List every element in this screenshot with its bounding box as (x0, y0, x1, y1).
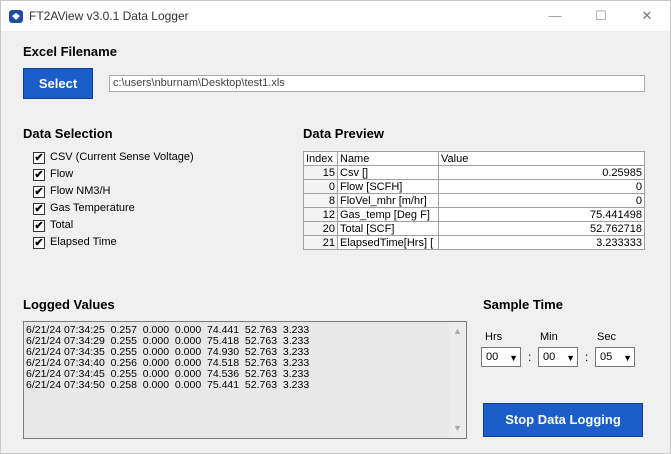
cell-index: 15 (303, 165, 338, 180)
chevron-down-icon[interactable]: ▼ (509, 349, 518, 367)
checkbox-label: Total (50, 219, 74, 231)
table-row[interactable]: 15 Csv [] 0.25985 (303, 165, 645, 180)
data-preview-table: Index Name Value 15 Csv [] 0.25985 0 Flo… (303, 151, 645, 250)
minimize-button[interactable]: — (532, 1, 578, 31)
checkbox-label: Elapsed Time (50, 236, 117, 248)
cell-value: 0 (438, 179, 645, 194)
cell-value: 0 (438, 193, 645, 208)
hrs-label: Hrs (485, 331, 503, 343)
stop-data-logging-button[interactable]: Stop Data Logging (483, 403, 643, 437)
cell-index: 12 (303, 207, 338, 222)
close-button[interactable]: ✕ (624, 1, 670, 31)
table-row[interactable]: 8 FloVel_mhr [m/hr] 0 (303, 193, 645, 208)
table-row[interactable]: 20 Total [SCF] 52.762718 (303, 221, 645, 236)
data-preview-heading: Data Preview (303, 126, 384, 141)
cell-index: 21 (303, 235, 338, 250)
checkbox-box[interactable]: ✔ (33, 186, 45, 198)
checkbox-box[interactable]: ✔ (33, 237, 45, 249)
column-header-name[interactable]: Name (337, 151, 439, 166)
checkbox-box[interactable]: ✔ (33, 169, 45, 181)
table-row[interactable]: 12 Gas_temp [Deg F] 75.441498 (303, 207, 645, 222)
logged-values-heading: Logged Values (23, 297, 115, 312)
scroll-down-icon[interactable]: ▼ (453, 423, 462, 434)
maximize-button[interactable]: ☐ (578, 1, 624, 31)
min-label: Min (540, 331, 558, 343)
table-row[interactable]: 0 Flow [SCFH] 0 (303, 179, 645, 194)
data-selection-heading: Data Selection (23, 126, 113, 141)
sec-select[interactable]: 05 ▼ (595, 347, 635, 367)
cell-name: Flow [SCFH] (337, 179, 439, 194)
excel-path-field[interactable]: c:\users\nburnam\Desktop\test1.xls (109, 75, 645, 92)
sample-time-heading: Sample Time (483, 297, 563, 312)
cell-value: 0.25985 (438, 165, 645, 180)
cell-name: FloVel_mhr [m/hr] (337, 193, 439, 208)
window-title: FT2AView v3.0.1 Data Logger (29, 9, 189, 23)
excel-filename-heading: Excel Filename (23, 44, 117, 59)
column-header-index[interactable]: Index (303, 151, 338, 166)
checkbox-box[interactable]: ✔ (33, 203, 45, 215)
app-window: FT2AView v3.0.1 Data Logger — ☐ ✕ Excel … (0, 0, 671, 454)
min-select[interactable]: 00 ▼ (538, 347, 578, 367)
chevron-down-icon[interactable]: ▼ (623, 349, 632, 367)
cell-value: 3.233333 (438, 235, 645, 250)
min-value: 00 (543, 351, 556, 363)
log-scrollbar[interactable]: ▲ ▼ (449, 322, 466, 438)
checkbox-label: Flow NM3/H (50, 185, 111, 197)
column-header-value[interactable]: Value (438, 151, 645, 166)
cell-name: Gas_temp [Deg F] (337, 207, 439, 222)
cell-name: ElapsedTime[Hrs] [ (337, 235, 439, 250)
cell-index: 8 (303, 193, 338, 208)
checkbox-label: Gas Temperature (50, 202, 135, 214)
cell-index: 0 (303, 179, 338, 194)
checkbox-label: CSV (Current Sense Voltage) (50, 151, 194, 163)
app-logo-icon (9, 10, 23, 23)
time-separator: : (528, 350, 532, 364)
cell-name: Total [SCF] (337, 221, 439, 236)
cell-value: 75.441498 (438, 207, 645, 222)
table-row[interactable]: 21 ElapsedTime[Hrs] [ 3.233333 (303, 235, 645, 250)
time-separator: : (585, 350, 589, 364)
log-line: 6/21/24 07:34:50 0.258 0.000 0.000 75.44… (26, 379, 310, 391)
hrs-value: 00 (486, 351, 499, 363)
sec-value: 05 (600, 351, 613, 363)
scroll-up-icon[interactable]: ▲ (453, 326, 462, 337)
title-bar: FT2AView v3.0.1 Data Logger — ☐ ✕ (1, 1, 670, 31)
logged-values-textbox[interactable]: 6/21/24 07:34:25 0.257 0.000 0.000 74.44… (23, 321, 467, 439)
checkbox-label: Flow (50, 168, 74, 180)
hrs-select[interactable]: 00 ▼ (481, 347, 521, 367)
checkbox-box[interactable]: ✔ (33, 152, 45, 164)
table-header-row: Index Name Value (303, 151, 645, 166)
cell-value: 52.762718 (438, 221, 645, 236)
cell-index: 20 (303, 221, 338, 236)
sec-label: Sec (597, 331, 616, 343)
cell-name: Csv [] (337, 165, 439, 180)
checkbox-box[interactable]: ✔ (33, 220, 45, 232)
select-file-button[interactable]: Select (23, 68, 93, 99)
chevron-down-icon[interactable]: ▼ (566, 349, 575, 367)
